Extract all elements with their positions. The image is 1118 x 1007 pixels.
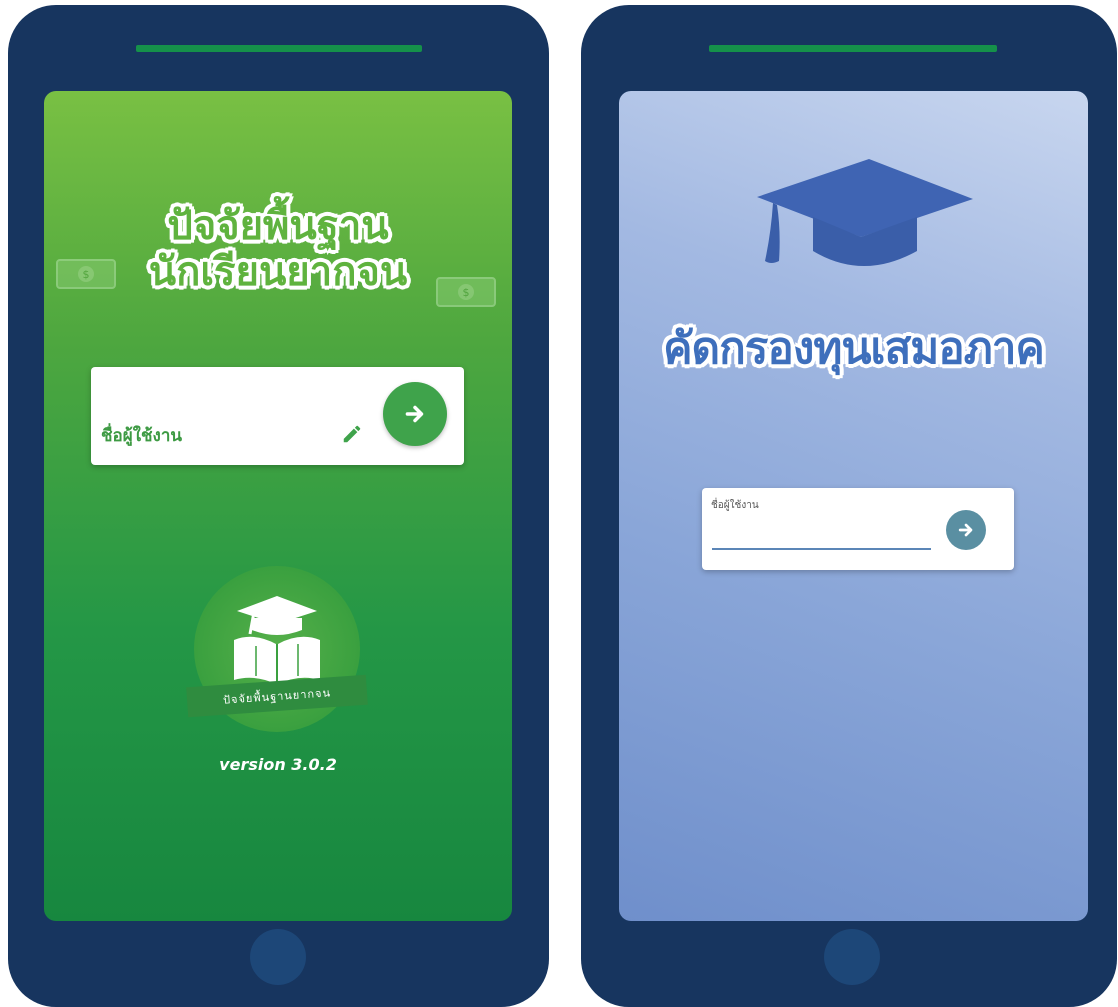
- screen-right: คัดกรองทุนเสมอภาค ชื่อผู้ใช้งาน: [619, 91, 1088, 921]
- app-title: คัดกรองทุนเสมอภาค: [663, 323, 1045, 374]
- arrow-right-icon: [405, 405, 424, 423]
- username-input[interactable]: ชื่อผู้ใช้งาน: [101, 422, 182, 449]
- username-input[interactable]: [712, 548, 931, 550]
- username-label: ชื่อผู้ใช้งาน: [711, 500, 759, 511]
- home-button[interactable]: [250, 929, 306, 985]
- pencil-icon: [343, 425, 361, 443]
- app-title-line2: นักเรียนยากจน: [148, 249, 408, 295]
- phone-frame-right: คัดกรองทุนเสมอภาค ชื่อผู้ใช้งาน: [581, 5, 1117, 1007]
- phone-speaker: [136, 45, 422, 52]
- app-title-line1: ปัจจัยพื้นฐาน: [167, 203, 389, 249]
- phone-frame-left: $ $ ปัจจัยพื้นฐาน นักเรียนยากจน ชื่อผู้ใ…: [8, 5, 549, 1007]
- login-card: ชื่อผู้ใช้งาน: [702, 488, 1014, 570]
- submit-button[interactable]: [383, 382, 447, 446]
- screen-left: $ $ ปัจจัยพื้นฐาน นักเรียนยากจน ชื่อผู้ใ…: [44, 91, 512, 921]
- arrow-right-icon: [958, 523, 973, 537]
- version-label: version 3.0.2: [219, 755, 337, 774]
- login-card: ชื่อผู้ใช้งาน: [91, 367, 464, 465]
- graduation-cap-icon: [757, 159, 973, 266]
- phone-speaker: [709, 45, 997, 52]
- home-button[interactable]: [824, 929, 880, 985]
- submit-button[interactable]: [946, 510, 986, 550]
